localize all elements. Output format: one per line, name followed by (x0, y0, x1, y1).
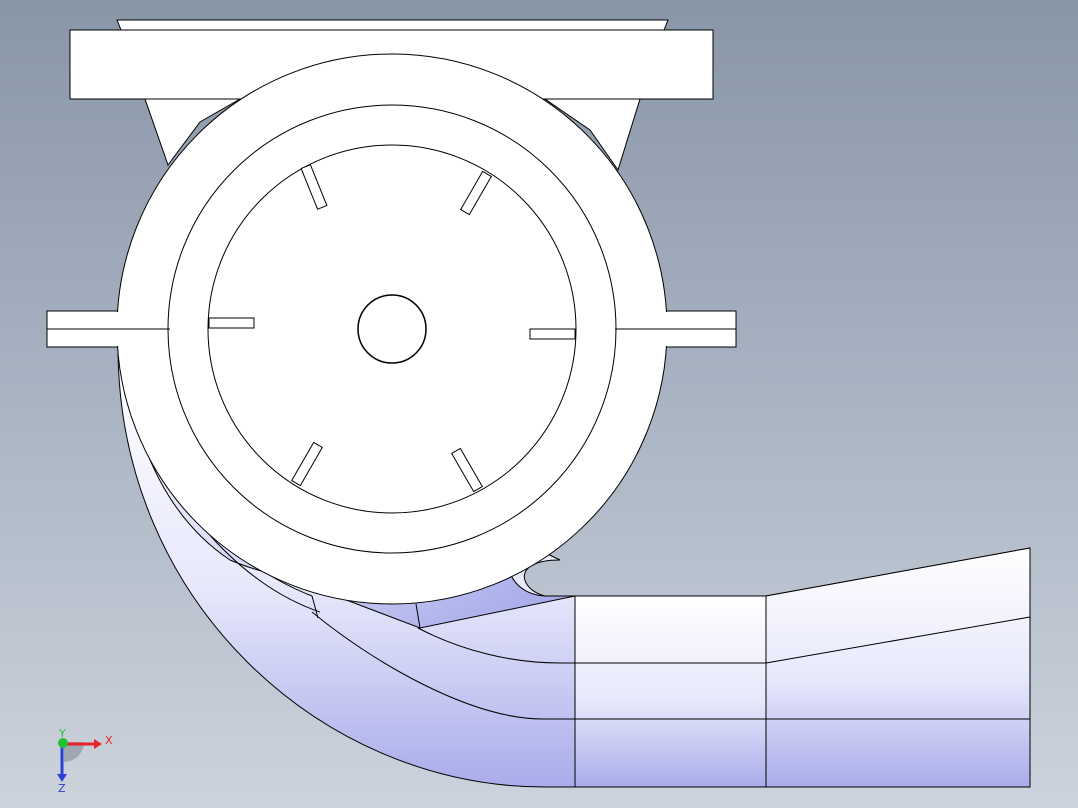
blade-right (529, 328, 576, 340)
blade-left (208, 317, 255, 329)
x-axis-label: X (105, 734, 113, 747)
shaft-hub (357, 294, 427, 364)
duct-segment-2 (765, 547, 1031, 788)
z-axis-label: Z (58, 782, 66, 793)
z-axis-arrow (57, 774, 67, 782)
cad-viewport[interactable]: X Y Z (0, 0, 1078, 808)
duct-segment-1 (574, 595, 767, 788)
pump-drawing (46, 19, 1031, 788)
y-axis-label: Y (58, 728, 66, 740)
flange-top-lip (116, 19, 669, 31)
coordinate-triad: X Y Z (57, 728, 113, 793)
x-axis-arrow (94, 739, 102, 749)
